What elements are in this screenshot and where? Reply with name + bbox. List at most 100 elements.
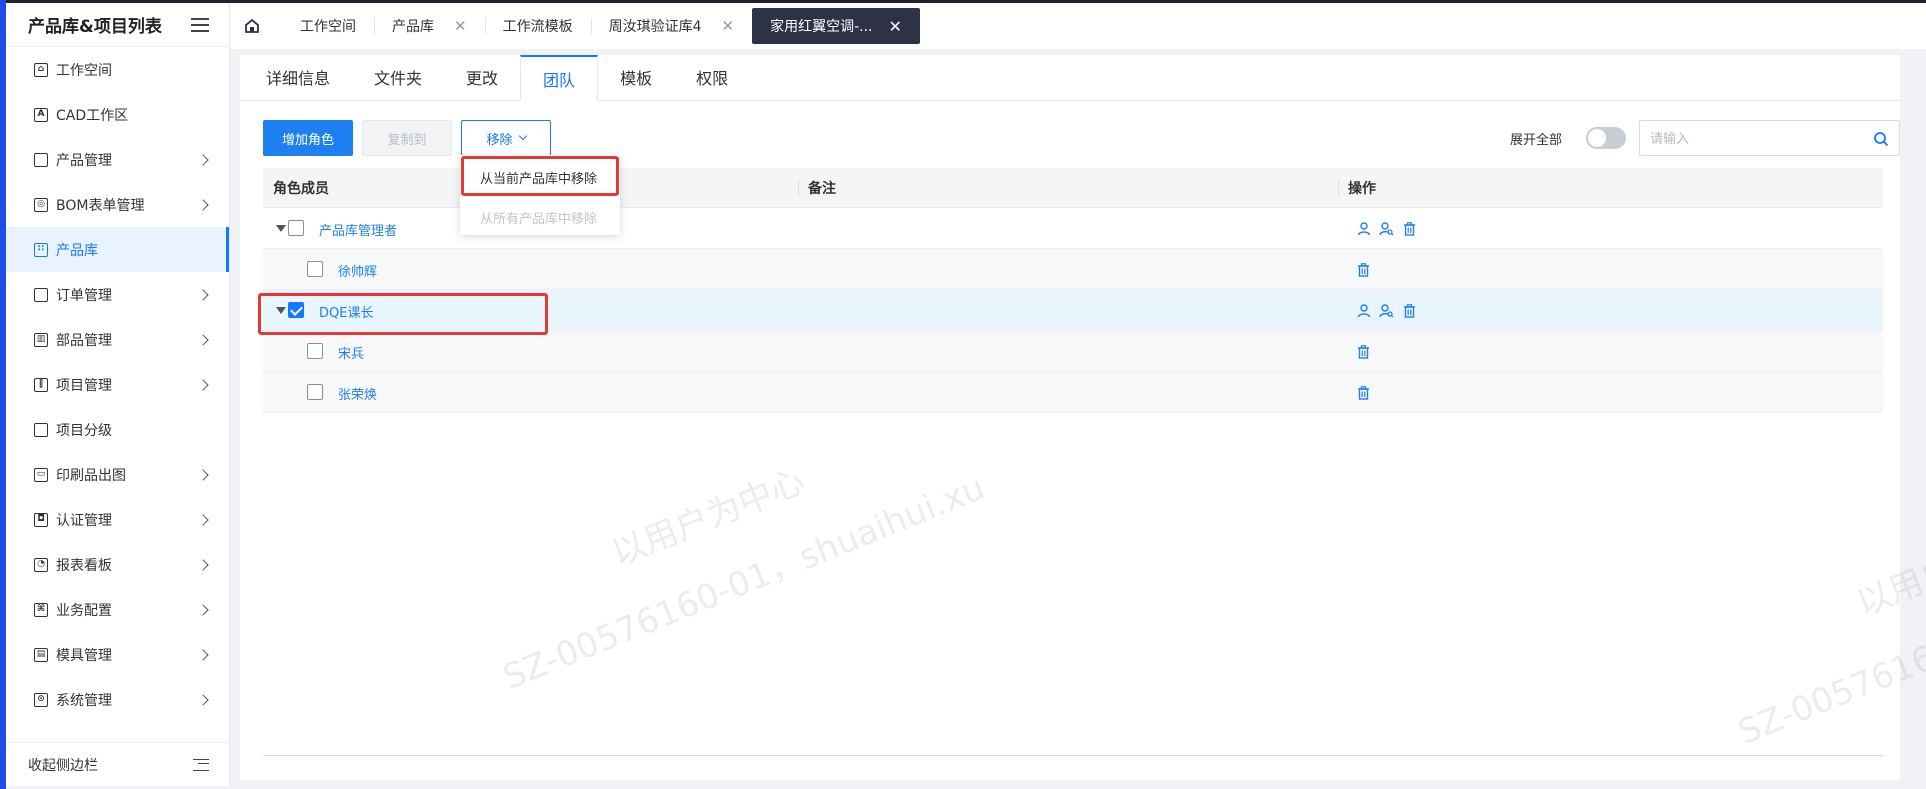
sidebar-item-4[interactable]: ∷ 产品库 xyxy=(6,227,229,272)
remove-from-current-library-option[interactable]: 从当前产品库中移除 xyxy=(460,159,620,195)
detail-tab-2[interactable]: 更改 xyxy=(444,54,520,100)
sidebar-item-13[interactable]: ▤ 模具管理 xyxy=(6,632,229,677)
box-icon xyxy=(34,152,48,167)
top-tab-4[interactable]: 家用红翼空调-... ✕ xyxy=(752,8,920,44)
detail-tab-5[interactable]: 权限 xyxy=(674,54,750,100)
home-icon[interactable] xyxy=(242,16,262,36)
chevron-right-icon xyxy=(197,603,209,616)
chevron-right-icon xyxy=(197,558,209,571)
sidebar-item-11[interactable]: ◔ 报表看板 xyxy=(6,542,229,587)
sidebar: 产品库&项目列表 ⌂ 工作空间 A CAD工作区 产品管理 ◎ BOM表单管理 ∷ 产品库订单管… xyxy=(6,3,230,786)
remove-dropdown-button[interactable]: 移除 xyxy=(461,120,551,156)
chevron-right-icon xyxy=(197,198,209,211)
trash-icon[interactable] xyxy=(1401,220,1418,237)
menu-toggle-icon[interactable] xyxy=(191,17,209,32)
close-icon[interactable]: ✕ xyxy=(888,17,901,36)
search-icon[interactable] xyxy=(1873,131,1889,147)
detail-tabs: 详细信息 文件夹 更改 团队 模板 权限 xyxy=(240,55,1900,101)
copy-to-button[interactable]: 复制到 xyxy=(362,120,452,156)
caret-down-icon[interactable] xyxy=(276,307,286,314)
printer-icon: ▭ xyxy=(34,467,48,482)
sidebar-item-8[interactable]: 项目分级 xyxy=(6,407,229,452)
cad-icon: A xyxy=(34,107,48,122)
add-user-icon[interactable] xyxy=(1355,220,1372,237)
trash-icon[interactable] xyxy=(1355,261,1372,278)
chevron-right-icon xyxy=(197,378,209,391)
role-name-link[interactable]: DQE课长 xyxy=(319,302,373,321)
table-bottom-border xyxy=(263,755,1883,756)
member-name-link[interactable]: 宋兵 xyxy=(338,343,364,362)
sidebar-item-7[interactable]: ∥ 项目管理 xyxy=(6,362,229,407)
sidebar-item-1[interactable]: A CAD工作区 xyxy=(6,92,229,137)
table-row[interactable]: 张荣焕 xyxy=(263,372,1883,413)
table-row[interactable]: 宋兵 xyxy=(263,331,1883,372)
column-header-note: 备注 xyxy=(798,168,1338,208)
home-icon: ⌂ xyxy=(34,62,48,77)
detail-tab-4[interactable]: 模板 xyxy=(598,54,674,100)
row-checkbox[interactable] xyxy=(307,343,323,359)
top-tab-1[interactable]: 产品库 ✕ xyxy=(374,8,485,44)
table-row[interactable]: DQE课长 xyxy=(263,290,1883,331)
search-input[interactable] xyxy=(1650,130,1860,146)
user-search-icon[interactable] xyxy=(1378,220,1395,237)
column-header-actions: 操作 xyxy=(1338,168,1883,208)
sidebar-item-label: 报表看板 xyxy=(56,557,112,574)
trash-icon[interactable] xyxy=(1355,343,1372,360)
close-icon[interactable]: ✕ xyxy=(722,17,735,35)
collapse-sidebar-label: 收起侧边栏 xyxy=(28,757,98,774)
sidebar-item-label: BOM表单管理 xyxy=(56,197,145,214)
top-tab-label: 工作流模板 xyxy=(502,19,573,35)
sidebar-item-0[interactable]: ⌂ 工作空间 xyxy=(6,47,229,92)
scan-icon: ◘ xyxy=(34,512,48,527)
sidebar-item-label: 订单管理 xyxy=(56,287,112,304)
detail-tab-1[interactable]: 文件夹 xyxy=(352,54,444,100)
top-tab-2[interactable]: 工作流模板 xyxy=(484,8,591,44)
detail-tab-0[interactable]: 详细信息 xyxy=(244,54,352,100)
sidebar-item-label: 系统管理 xyxy=(56,692,112,709)
sidebar-item-3[interactable]: ◎ BOM表单管理 xyxy=(6,182,229,227)
remove-button-label: 移除 xyxy=(486,132,513,148)
row-checkbox[interactable] xyxy=(307,384,323,400)
sidebar-header: 产品库&项目列表 xyxy=(6,3,229,47)
sidebar-item-label: 业务配置 xyxy=(56,602,112,619)
sidebar-item-label: 项目管理 xyxy=(56,377,112,394)
close-icon[interactable]: ✕ xyxy=(454,17,467,35)
sidebar-item-5[interactable]: 订单管理 xyxy=(6,272,229,317)
chevron-right-icon xyxy=(197,648,209,661)
chevron-right-icon xyxy=(197,153,209,166)
role-name-link[interactable]: 产品库管理者 xyxy=(319,220,397,239)
detail-tab-3[interactable]: 团队 xyxy=(520,55,599,101)
add-user-icon[interactable] xyxy=(1355,302,1372,319)
sidebar-item-6[interactable]: ▥ 部品管理 xyxy=(6,317,229,362)
user-search-icon[interactable] xyxy=(1378,302,1395,319)
member-name-link[interactable]: 徐帅辉 xyxy=(338,261,377,280)
collapse-sidebar-button[interactable]: 收起侧边栏 xyxy=(6,742,229,786)
sidebar-item-9[interactable]: ▭ 印刷品出图 xyxy=(6,452,229,497)
add-role-button[interactable]: 增加角色 xyxy=(263,120,353,156)
sidebar-item-2[interactable]: 产品管理 xyxy=(6,137,229,182)
expand-all-toggle[interactable] xyxy=(1586,127,1626,149)
sidebar-item-14[interactable]: ⊙ 系统管理 xyxy=(6,677,229,722)
grid-icon: ∷ xyxy=(34,242,48,257)
sidebar-item-label: 产品库 xyxy=(56,242,98,259)
caret-down-icon[interactable] xyxy=(276,225,286,232)
row-checkbox[interactable] xyxy=(288,302,304,318)
sidebar-item-12[interactable]: ⌘ 业务配置 xyxy=(6,587,229,632)
table-row[interactable]: 徐帅辉 xyxy=(263,249,1883,290)
sidebar-item-label: 工作空间 xyxy=(56,62,112,79)
top-tab-label: 产品库 xyxy=(392,19,434,35)
trash-icon[interactable] xyxy=(1355,384,1372,401)
row-checkbox[interactable] xyxy=(288,220,304,236)
top-tab-3[interactable]: 周汝琪验证库4 ✕ xyxy=(590,8,753,44)
trash-icon[interactable] xyxy=(1401,302,1418,319)
archive-icon: ▤ xyxy=(34,647,48,662)
member-name-link[interactable]: 张荣焕 xyxy=(338,384,377,403)
sidebar-item-label: 印刷品出图 xyxy=(56,467,126,484)
row-checkbox[interactable] xyxy=(307,261,323,277)
top-tab-label: 家用红翼空调-... xyxy=(770,19,873,35)
row-actions xyxy=(1355,302,1418,319)
top-tab-0[interactable]: 工作空间 xyxy=(282,8,374,44)
sidebar-item-10[interactable]: ◘ 认证管理 xyxy=(6,497,229,542)
chevron-down-icon xyxy=(518,131,527,141)
top-tab-bar: 工作空间 产品库 ✕ 工作流模板 周汝琪验证库4 ✕ 家用红翼空调-... ✕ xyxy=(230,3,1926,49)
